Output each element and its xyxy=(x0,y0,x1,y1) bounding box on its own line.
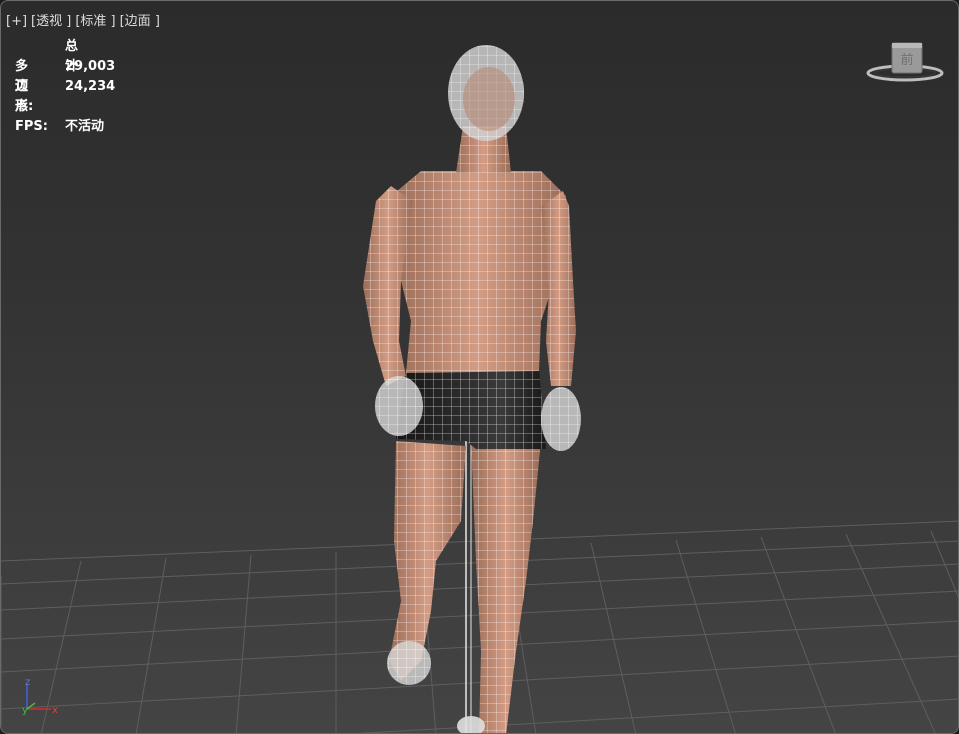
viewport-perspective[interactable]: [+] [透视 ] [标准 ] [边面 ] 总计 多边形: 29,003 顶点: 24… xyxy=(0,0,959,734)
polygons-value: 29,003 xyxy=(65,59,116,74)
viewport-display-menu[interactable]: [边面 ] xyxy=(120,14,160,29)
viewcube[interactable]: 前 xyxy=(865,39,945,89)
scene-canvas[interactable] xyxy=(1,1,959,734)
viewcube-face-label[interactable]: 前 xyxy=(900,52,913,68)
y-axis-line xyxy=(26,702,36,710)
viewport-view-menu[interactable]: [透视 ] xyxy=(31,14,71,29)
x-axis-label: x xyxy=(52,705,58,716)
z-axis-label: z xyxy=(25,677,30,688)
vertices-value: 24,234 xyxy=(65,79,116,94)
viewport-plus-menu[interactable]: [+] xyxy=(6,14,27,29)
vertices-label: 顶点: xyxy=(15,79,34,114)
character-mesh[interactable] xyxy=(363,45,581,734)
viewport-shading-menu[interactable]: [标准 ] xyxy=(75,14,115,29)
viewport-label-menu: [+] [透视 ] [标准 ] [边面 ] xyxy=(6,10,164,29)
fps-label: FPS: xyxy=(15,119,48,134)
axis-tripod: z x y xyxy=(22,677,58,716)
fps-value: 不活动 xyxy=(65,119,105,134)
y-axis-label: y xyxy=(22,705,28,716)
